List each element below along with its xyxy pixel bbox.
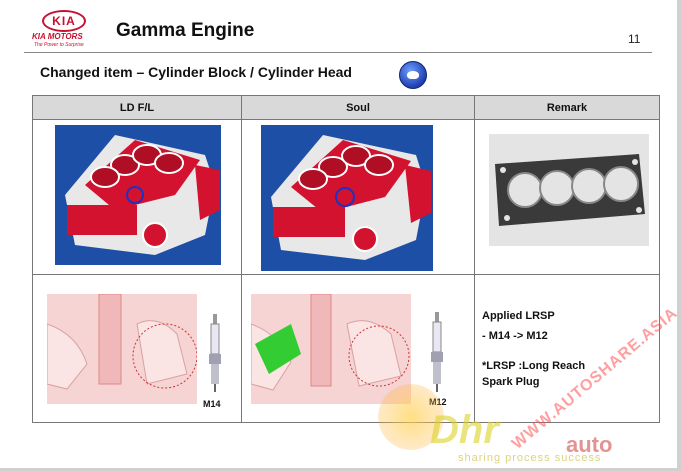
row-divider [33,274,659,275]
title-divider [24,52,652,53]
remark-line: - M14 -> M12 [482,330,548,342]
ld-head-section-image [47,294,197,404]
kia-logo: KIA KIA MOTORS The Power to Surprise [26,10,96,50]
page-title: Gamma Engine [116,20,255,41]
kia-logo-tagline: The Power to Surprise [34,42,84,48]
remark-line: Applied LRSP [482,310,555,322]
remark-note: *LRSP :Long Reach Spark Plug [482,358,585,390]
soul-cylinder-block-image [261,125,433,271]
column-header-ld: LD F/L [33,96,241,120]
column-divider [474,96,475,422]
head-gasket-image [489,134,649,246]
kia-logo-mark: KIA [42,10,86,32]
watermark-tagline: sharing process success [458,452,602,464]
page-number: 11 [628,32,641,46]
ld-spark-plug-icon [207,314,223,392]
soul-spark-plug-icon [429,312,445,392]
ld-plug-size-label: M14 [203,399,221,409]
remark-note-line: *LRSP :Long Reach [482,360,586,372]
soul-head-section-image [251,294,411,404]
remark-text: Applied LRSP - M14 -> M12 [482,306,555,346]
column-divider [241,96,242,422]
ld-cylinder-block-image [55,125,221,265]
slide-subtitle: Changed item – Cylinder Block / Cylinder… [40,64,352,80]
slide: KIA KIA MOTORS The Power to Surprise Gam… [0,0,681,471]
column-header-remark: Remark [475,96,659,120]
kia-logo-brand: KIA MOTORS [32,32,83,41]
info-bubble-icon [399,61,427,89]
column-header-soul: Soul [242,96,474,120]
watermark-logo: Dhr [430,408,499,452]
